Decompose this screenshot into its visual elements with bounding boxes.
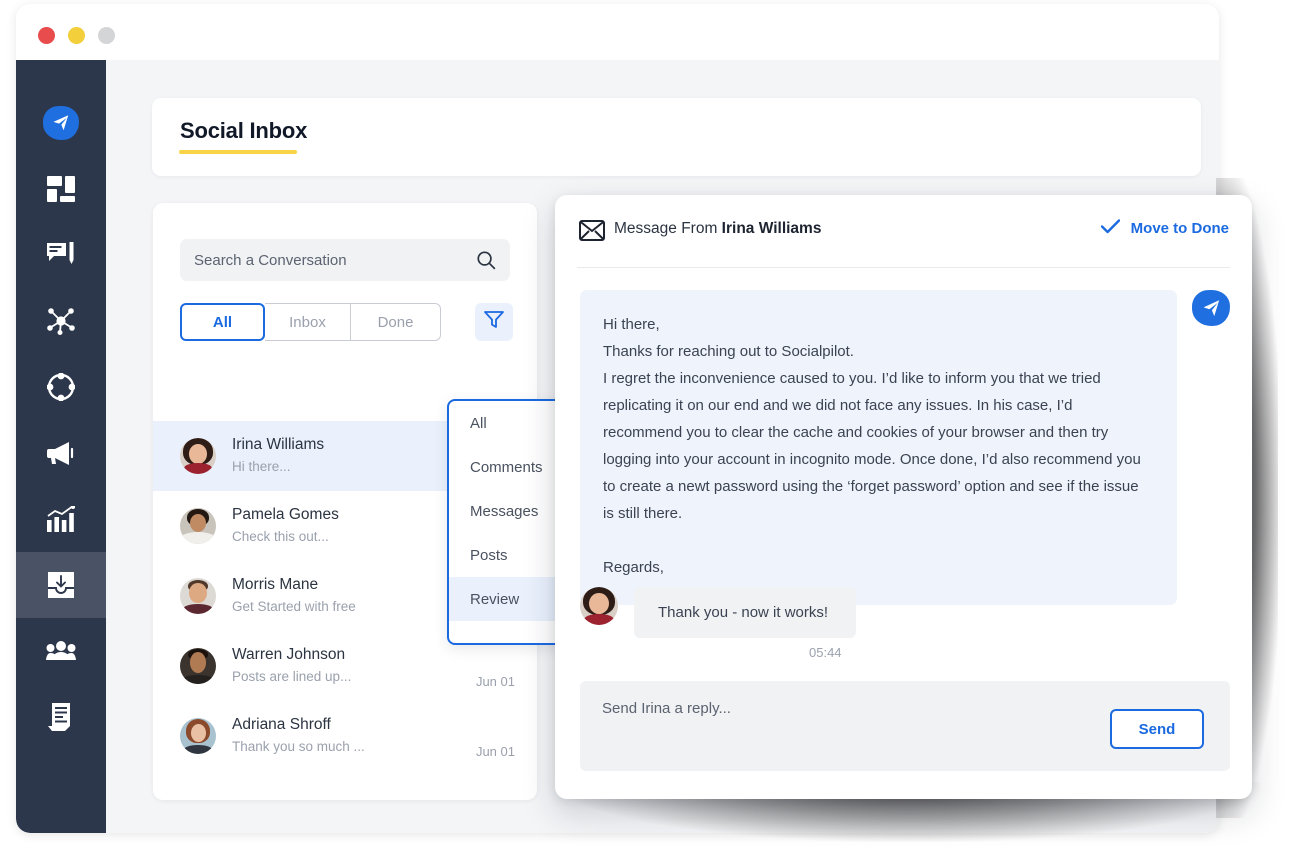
- sidebar-item-team[interactable]: [16, 618, 106, 684]
- page-title: Social Inbox: [180, 118, 307, 144]
- analytics-bar-chart-icon: [47, 506, 75, 532]
- discover-diamond-icon: [47, 373, 75, 401]
- move-to-done-button[interactable]: Move to Done: [1101, 219, 1229, 238]
- avatar: [180, 508, 216, 544]
- tab-done[interactable]: Done: [351, 303, 441, 341]
- message-line-thanks: Thanks for reaching out to Socialpilot.: [603, 338, 1152, 365]
- filter-button[interactable]: [475, 303, 513, 341]
- brand-logo-mark: [1192, 290, 1230, 326]
- avatar: [580, 587, 618, 625]
- message-from-label: Message From Irina Williams: [614, 220, 821, 238]
- inbox-filter-tabs: All Inbox Done: [180, 303, 441, 341]
- network-share-icon: [47, 307, 75, 335]
- search-placeholder-text: Search a Conversation: [194, 252, 347, 269]
- avatar: [180, 718, 216, 754]
- avatar: [180, 578, 216, 614]
- close-window-button[interactable]: [38, 27, 55, 44]
- page-header-card: Social Inbox: [152, 98, 1201, 176]
- sidebar-item-dashboard[interactable]: [16, 156, 106, 222]
- window-controls[interactable]: [38, 27, 115, 44]
- message-line-greeting: Hi there,: [603, 311, 1152, 338]
- message-line-spacer: [603, 527, 1152, 554]
- sidebar-item-campaigns[interactable]: [16, 420, 106, 486]
- header-divider: [577, 267, 1230, 268]
- minimize-window-button[interactable]: [68, 27, 85, 44]
- outgoing-reply-row: Thank you - now it works!: [580, 587, 856, 638]
- screenshot-root: Social Inbox Search a Conversation All: [0, 0, 1304, 846]
- team-people-icon: [46, 640, 76, 662]
- funnel-filter-icon: [484, 310, 504, 334]
- compose-post-icon: [47, 242, 75, 269]
- conversation-name: Adriana Shroff: [232, 715, 476, 735]
- sidebar-item-social-inbox[interactable]: [16, 552, 106, 618]
- conversation-date: Jun 01: [476, 674, 515, 689]
- window-titlebar: [16, 4, 1219, 60]
- sidebar-item-discovery[interactable]: [16, 354, 106, 420]
- sidebar-item-posts[interactable]: [16, 222, 106, 288]
- list-item[interactable]: Adriana Shroff Thank you so much ... Jun…: [153, 701, 537, 771]
- avatar: [180, 648, 216, 684]
- page-title-underline: [179, 150, 297, 154]
- avatar: [180, 438, 216, 474]
- conversation-snippet: Posts are lined up...: [232, 667, 476, 687]
- sidebar-item-analytics[interactable]: [16, 486, 106, 552]
- conversation-date: Jun 01: [476, 744, 515, 759]
- move-to-done-label: Move to Done: [1131, 220, 1229, 237]
- message-from-prefix: Message From: [614, 220, 722, 237]
- message-line-body: I regret the inconvenience caused to you…: [603, 365, 1152, 527]
- sidebar-nav: [16, 60, 106, 833]
- tab-inbox[interactable]: Inbox: [265, 303, 351, 341]
- message-line-signoff: Regards,: [603, 554, 1152, 581]
- conversation-snippet: Thank you so much ...: [232, 737, 476, 757]
- sidebar-item-reports[interactable]: [16, 684, 106, 750]
- send-button[interactable]: Send: [1110, 709, 1204, 749]
- maximize-window-button[interactable]: [98, 27, 115, 44]
- sidebar-item-accounts[interactable]: [16, 288, 106, 354]
- reply-composer[interactable]: Send Irina a reply... Send: [580, 681, 1230, 771]
- paper-plane-logo-icon: [42, 105, 79, 140]
- search-icon[interactable]: [476, 250, 496, 275]
- message-panel-header: Message From Irina Williams Move to Done: [555, 195, 1252, 267]
- message-detail-panel: Message From Irina Williams Move to Done…: [555, 195, 1252, 799]
- conversation-name: Warren Johnson: [232, 645, 476, 665]
- message-from-name: Irina Williams: [722, 220, 822, 237]
- document-report-icon: [48, 703, 74, 731]
- search-input[interactable]: Search a Conversation: [180, 239, 510, 281]
- incoming-message-bubble: Hi there, Thanks for reaching out to Soc…: [580, 290, 1177, 605]
- sidebar-logo[interactable]: [16, 90, 106, 156]
- inbox-download-icon: [48, 572, 74, 598]
- tab-all[interactable]: All: [180, 303, 265, 341]
- reply-message-bubble: Thank you - now it works!: [634, 587, 856, 638]
- check-icon: [1101, 219, 1120, 238]
- reply-timestamp: 05:44: [809, 645, 842, 660]
- envelope-icon: [579, 220, 605, 246]
- reply-input-placeholder: Send Irina a reply...: [602, 700, 731, 717]
- dashboard-grid-icon: [47, 176, 75, 202]
- paper-plane-logo-icon: [1191, 289, 1230, 326]
- megaphone-icon: [46, 441, 76, 465]
